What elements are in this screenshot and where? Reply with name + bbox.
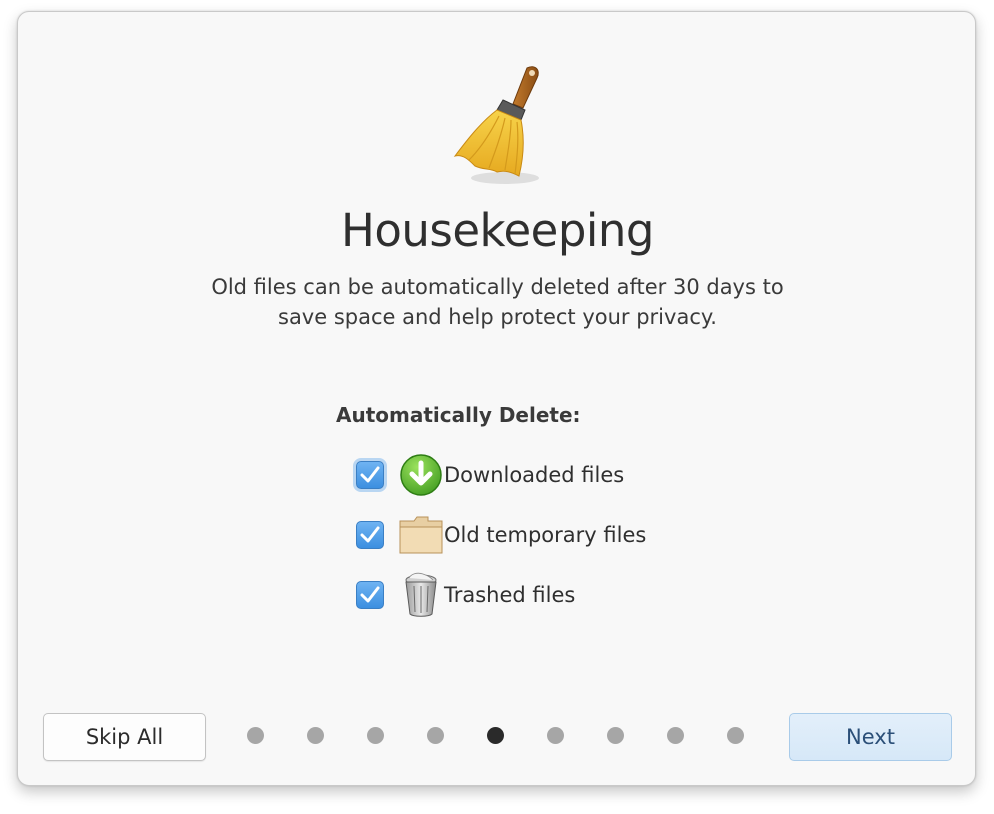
option-label: Downloaded files [444, 463, 625, 487]
page-dot-3[interactable] [367, 727, 384, 744]
checkmark-icon [360, 526, 380, 543]
folder-icon [398, 512, 444, 558]
option-label: Trashed files [444, 583, 576, 607]
option-label: Old temporary files [444, 523, 647, 547]
page-dot-4[interactable] [427, 727, 444, 744]
option-old-temporary-files[interactable]: Old temporary files [356, 510, 646, 560]
downloaded-files-checkbox[interactable] [356, 461, 384, 489]
page-dot-2[interactable] [307, 727, 324, 744]
option-trashed-files[interactable]: Trashed files [356, 570, 575, 620]
onboarding-window: Housekeeping Old files can be automatica… [17, 11, 976, 786]
page-dot-9[interactable] [727, 727, 744, 744]
page-dot-8[interactable] [667, 727, 684, 744]
page-indicator [247, 727, 747, 745]
broom-icon [445, 60, 555, 190]
auto-delete-options: Automatically Delete: Downloaded files O… [336, 398, 676, 617]
page-dot-1[interactable] [247, 727, 264, 744]
trash-can-icon [398, 572, 444, 618]
checkmark-icon [360, 466, 380, 483]
next-button[interactable]: Next [789, 713, 952, 761]
checkmark-icon [360, 586, 380, 603]
options-heading: Automatically Delete: [336, 403, 581, 427]
skip-all-button[interactable]: Skip All [43, 713, 206, 761]
page-dot-7[interactable] [607, 727, 624, 744]
option-downloaded-files[interactable]: Downloaded files [356, 450, 624, 500]
download-arrow-icon [398, 452, 444, 498]
page-description: Old files can be automatically deleted a… [211, 275, 784, 329]
page-title: Housekeeping [341, 204, 655, 257]
trashed-files-checkbox[interactable] [356, 581, 384, 609]
page-dot-5-current[interactable] [487, 727, 504, 744]
page-dot-6[interactable] [547, 727, 564, 744]
old-temporary-files-checkbox[interactable] [356, 521, 384, 549]
